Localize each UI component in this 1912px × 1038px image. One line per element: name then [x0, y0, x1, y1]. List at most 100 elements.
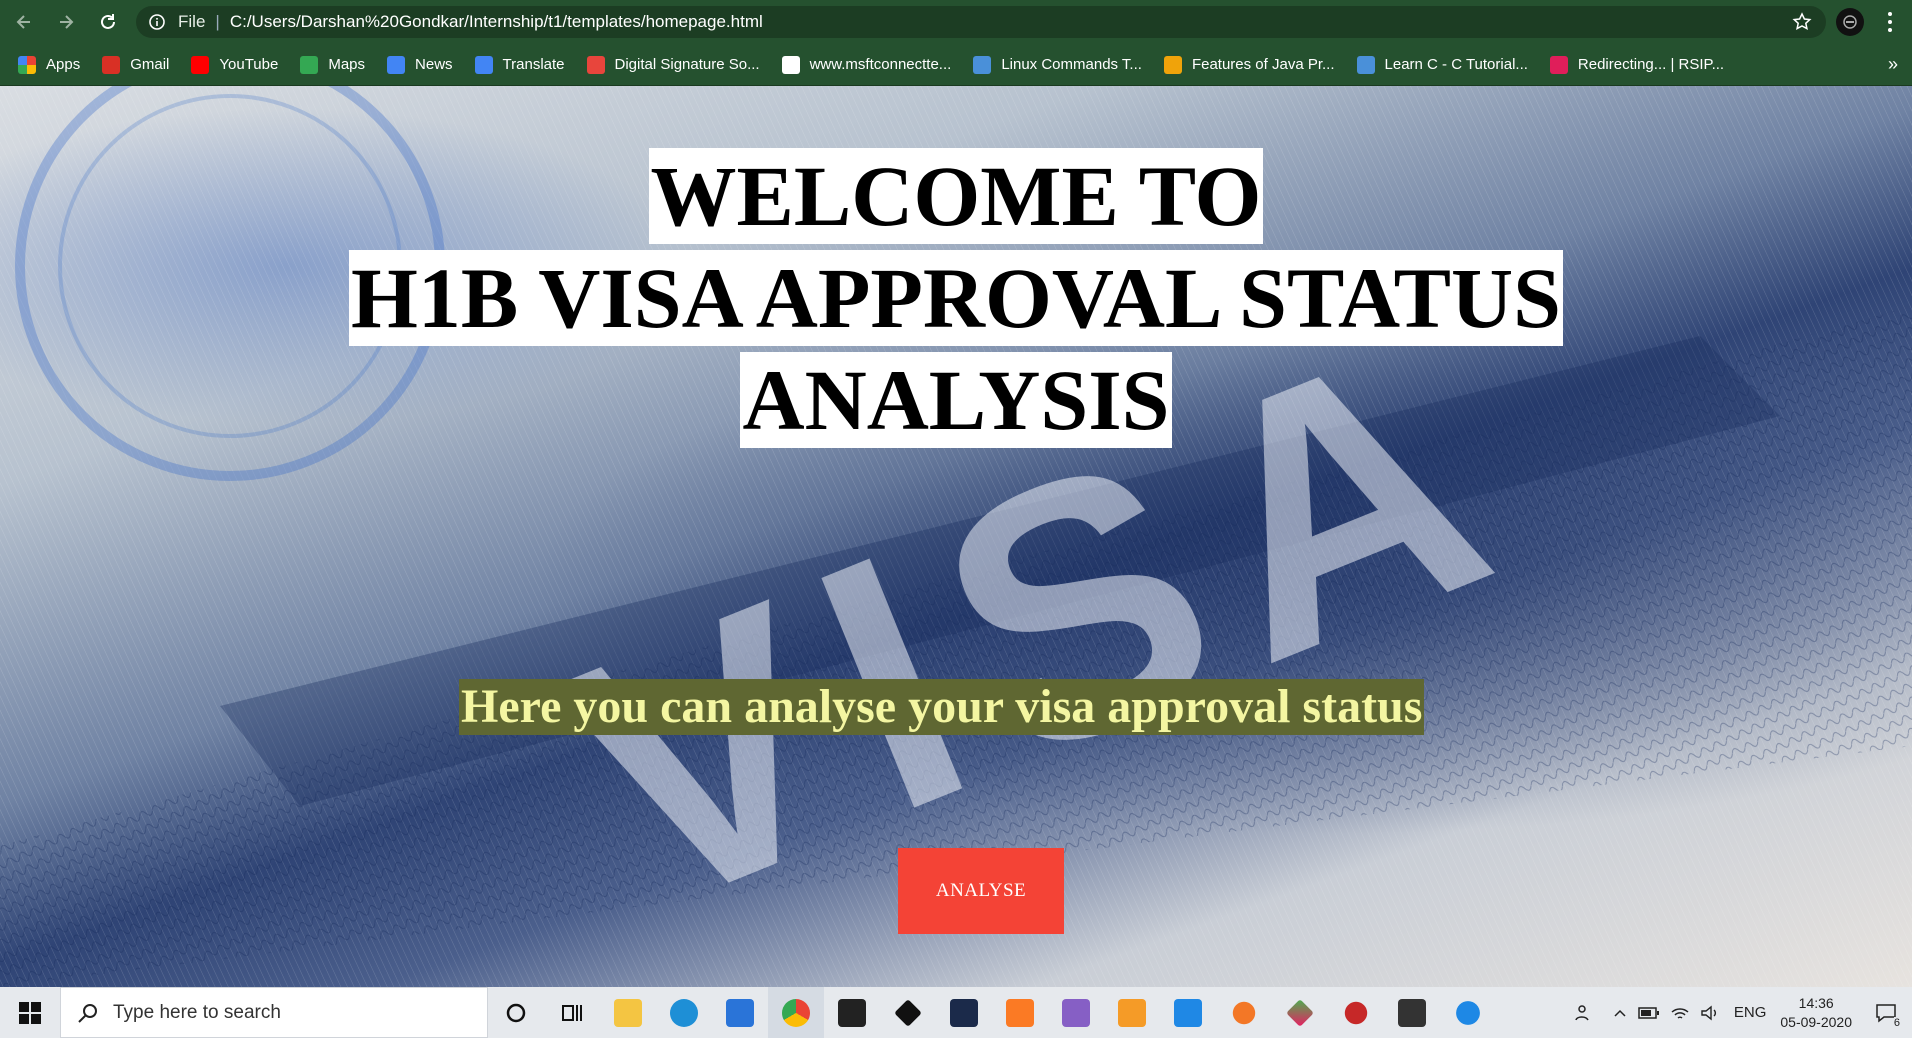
bookmark-item[interactable]: Learn C - C Tutorial...	[1356, 55, 1528, 74]
terminal-button[interactable]	[1384, 987, 1440, 1038]
bookmark-item[interactable]: Digital Signature So...	[586, 55, 760, 74]
bookmark-label: Gmail	[130, 56, 170, 73]
bookmark-label: News	[415, 56, 453, 73]
bookmark-label: YouTube	[219, 56, 279, 73]
jupyter-icon	[1232, 1001, 1256, 1024]
clock[interactable]: 14:36 05-09-2020	[1780, 994, 1852, 1032]
page-subtitle: Here you can analyse your visa approval …	[459, 679, 1425, 735]
task-view-icon	[562, 1004, 582, 1021]
powershell-button[interactable]	[936, 987, 992, 1038]
bookmarks-bar: Apps Gmail YouTube Maps News Translate Digital…	[0, 44, 1912, 86]
bookmark-item[interactable]: Gmail	[102, 55, 170, 74]
notification-count: 6	[1893, 1016, 1900, 1029]
info-icon[interactable]	[148, 13, 166, 31]
search-icon	[78, 1003, 97, 1023]
battery-icon[interactable]	[1638, 1006, 1660, 1020]
apps-grid-icon	[18, 55, 36, 74]
people-icon[interactable]	[1574, 1003, 1594, 1023]
clock-time: 14:36	[1798, 994, 1834, 1011]
bookmark-item[interactable]: Features of Java Pr...	[1163, 55, 1335, 74]
sublime-button[interactable]	[1104, 987, 1160, 1038]
back-button[interactable]	[6, 4, 42, 40]
chevron-up-icon[interactable]	[1612, 1005, 1628, 1021]
xampp-button[interactable]	[992, 987, 1048, 1038]
bookmark-item[interactable]: News	[387, 55, 453, 74]
reload-button[interactable]	[90, 4, 126, 40]
volume-icon[interactable]	[1700, 1005, 1720, 1021]
powershell-icon	[950, 998, 978, 1027]
analyse-button[interactable]: ANALYSE	[898, 848, 1064, 934]
notification-button[interactable]: 6	[1866, 993, 1906, 1033]
gitkraken-button[interactable]	[1272, 987, 1328, 1038]
edge-icon	[670, 998, 698, 1027]
edge-button[interactable]	[656, 987, 712, 1038]
language-indicator[interactable]: ENG	[1734, 1004, 1767, 1021]
reload-icon	[101, 14, 115, 29]
store-icon	[838, 998, 866, 1027]
cortana-button[interactable]	[488, 987, 544, 1038]
bookmark-label: www.msftconnectte...	[809, 56, 952, 73]
page-title: WELCOME TO H1B VISA APPROVAL STATUS ANALYS…	[0, 146, 1912, 452]
file-label: File	[178, 12, 206, 31]
page-content: VISA WELCOME TO H1B VISA APPROVAL STATUS A…	[0, 86, 1912, 987]
system-tray: ENG 14:36 05-09-2020 6	[1574, 987, 1912, 1038]
bookmark-item[interactable]: www.msftconnectte...	[781, 55, 952, 74]
file-explorer-button[interactable]	[600, 987, 656, 1038]
chrome-icon	[782, 998, 810, 1027]
vscode-icon	[1174, 998, 1202, 1027]
bookmark-item[interactable]: Redirecting... | RSIP...	[1549, 55, 1724, 74]
bookmark-item[interactable]: Linux Commands T...	[973, 55, 1142, 74]
browser-toolbar: File | C:/Users/Darshan%20Gondkar/Intern…	[0, 0, 1912, 44]
search-placeholder: Type here to search	[113, 1001, 281, 1023]
jupyter-button[interactable]	[1216, 987, 1272, 1038]
visual-studio-button[interactable]	[1048, 987, 1104, 1038]
browser-menu-button[interactable]	[1880, 10, 1900, 34]
java-icon	[1163, 55, 1182, 74]
slack-icon	[1549, 55, 1568, 74]
signature-icon	[586, 55, 605, 74]
start-button[interactable]	[0, 987, 60, 1038]
help-button[interactable]	[1440, 987, 1496, 1038]
bookmarks-overflow-icon[interactable]: »	[1888, 54, 1898, 75]
bookmark-star-icon[interactable]	[1792, 12, 1812, 32]
windows-taskbar: Type here to search ENG 14:36 05-09-2020…	[0, 987, 1912, 1038]
profile-avatar[interactable]	[1836, 8, 1864, 36]
youtube-icon	[191, 55, 210, 74]
bookmark-item[interactable]: Maps	[300, 55, 366, 74]
bookmark-label: Apps	[46, 56, 81, 73]
news-icon	[387, 55, 406, 74]
title-line: WELCOME TO	[648, 148, 1264, 244]
gmail-icon	[102, 55, 121, 74]
profile-icon	[1843, 15, 1857, 29]
bookmark-item[interactable]: Translate	[474, 55, 565, 74]
app-button[interactable]	[1328, 987, 1384, 1038]
taskbar-search-input[interactable]: Type here to search	[60, 987, 488, 1038]
forward-button[interactable]	[48, 4, 84, 40]
forward-arrow-icon	[60, 15, 74, 29]
bookmark-label: Linux Commands T...	[1001, 56, 1142, 73]
title-line: H1B VISA APPROVAL STATUS	[349, 250, 1563, 346]
maps-pin-icon	[300, 55, 319, 74]
clock-date: 05-09-2020	[1780, 1013, 1852, 1030]
address-bar[interactable]: File | C:/Users/Darshan%20Gondkar/Intern…	[136, 6, 1826, 38]
url-text[interactable]: C:/Users/Darshan%20Gondkar/Internship/t1…	[230, 12, 763, 32]
dropbox-button[interactable]	[880, 987, 936, 1038]
app-icon	[1344, 1001, 1368, 1024]
mail-button[interactable]	[712, 987, 768, 1038]
store-button[interactable]	[824, 987, 880, 1038]
bookmark-label: Maps	[328, 56, 366, 73]
title-line: ANALYSIS	[740, 352, 1172, 448]
wifi-icon[interactable]	[1670, 1005, 1690, 1021]
bookmark-item[interactable]: Apps	[18, 55, 81, 74]
translate-icon	[474, 55, 493, 74]
chrome-button[interactable]	[768, 987, 824, 1038]
bookmark-label: Features of Java Pr...	[1191, 56, 1335, 73]
vscode-button[interactable]	[1160, 987, 1216, 1038]
visual-studio-icon	[1062, 998, 1090, 1027]
bookmark-item[interactable]: YouTube	[191, 55, 279, 74]
xampp-icon	[1006, 998, 1034, 1027]
site-icon	[1356, 55, 1375, 74]
address-separator: |	[215, 12, 220, 31]
gitkraken-icon	[1286, 998, 1314, 1027]
task-view-button[interactable]	[544, 987, 600, 1038]
